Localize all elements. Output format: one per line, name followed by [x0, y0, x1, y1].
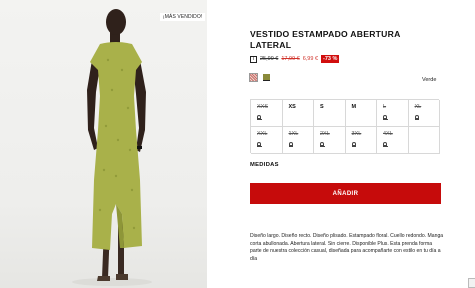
size-label: 3XL	[351, 131, 362, 137]
size-option-1xl[interactable]: 1XL	[282, 127, 314, 154]
notify-bell-icon	[288, 142, 293, 147]
side-panel-tab[interactable]	[468, 278, 475, 288]
color-swatches	[249, 73, 270, 82]
size-label: M	[351, 104, 357, 110]
best-seller-badge: ¡MÁS VENDIDO!	[160, 13, 206, 21]
notify-bell-icon	[257, 115, 262, 120]
product-image[interactable]: ¡MÁS VENDIDO!	[0, 0, 207, 288]
price-row: i 25,99 € 17,99 € 6,99 € -73 %	[250, 54, 340, 64]
green-swatch[interactable]	[263, 74, 270, 81]
notify-bell-icon	[383, 142, 388, 147]
size-option-2xl[interactable]: 2XL	[314, 127, 346, 154]
notify-bell-icon	[257, 142, 262, 147]
size-grid-empty-cell	[408, 127, 440, 154]
discount-badge: -73 %	[321, 55, 340, 63]
notify-bell-icon	[383, 115, 388, 120]
size-label: XL	[414, 104, 422, 110]
pattern-swatch[interactable]	[249, 73, 258, 82]
product-title: VESTIDO ESTAMPADO ABERTURA LATERAL	[250, 29, 401, 50]
add-to-cart-button[interactable]: AÑADIR	[250, 183, 441, 204]
measures-link[interactable]: MEDIDAS	[250, 162, 279, 168]
size-label: 2XL	[320, 131, 330, 137]
previous-price: 17,99 €	[281, 56, 300, 62]
size-option-xxl[interactable]: XXL	[251, 127, 283, 154]
size-option-3xl[interactable]: 3XL	[345, 127, 377, 154]
notify-bell-icon	[414, 115, 419, 120]
size-option-4xl[interactable]: 4XL	[377, 127, 409, 154]
selected-color-label: Verde	[422, 77, 437, 83]
size-option-xl[interactable]: XL	[408, 100, 440, 127]
product-description: Diseño largo. Diseño recto. Diseño plisa…	[250, 233, 444, 263]
size-label: L	[383, 104, 387, 110]
size-label: XXL	[257, 131, 268, 137]
size-option-m[interactable]: M	[345, 100, 377, 127]
size-label: XS	[288, 104, 296, 110]
model-illustration	[72, 9, 152, 286]
size-option-l[interactable]: L	[377, 100, 409, 127]
size-option-xs[interactable]: XS	[282, 100, 314, 127]
original-price: 25,99 €	[260, 56, 279, 62]
size-label: 1XL	[288, 131, 299, 137]
size-label: 4XL	[383, 131, 393, 137]
size-label: XXS	[257, 104, 269, 110]
notify-bell-icon	[320, 142, 325, 147]
current-price: 6,99 €	[302, 56, 319, 62]
size-grid: XXS XS S M L XL XXL 1XL 2XL 3XL 4XL	[250, 99, 440, 154]
notify-bell-icon	[351, 142, 356, 147]
size-option-s[interactable]: S	[314, 100, 346, 127]
size-label: S	[320, 104, 324, 110]
size-option-xxs[interactable]: XXS	[251, 100, 283, 127]
info-icon[interactable]: i	[250, 55, 257, 63]
